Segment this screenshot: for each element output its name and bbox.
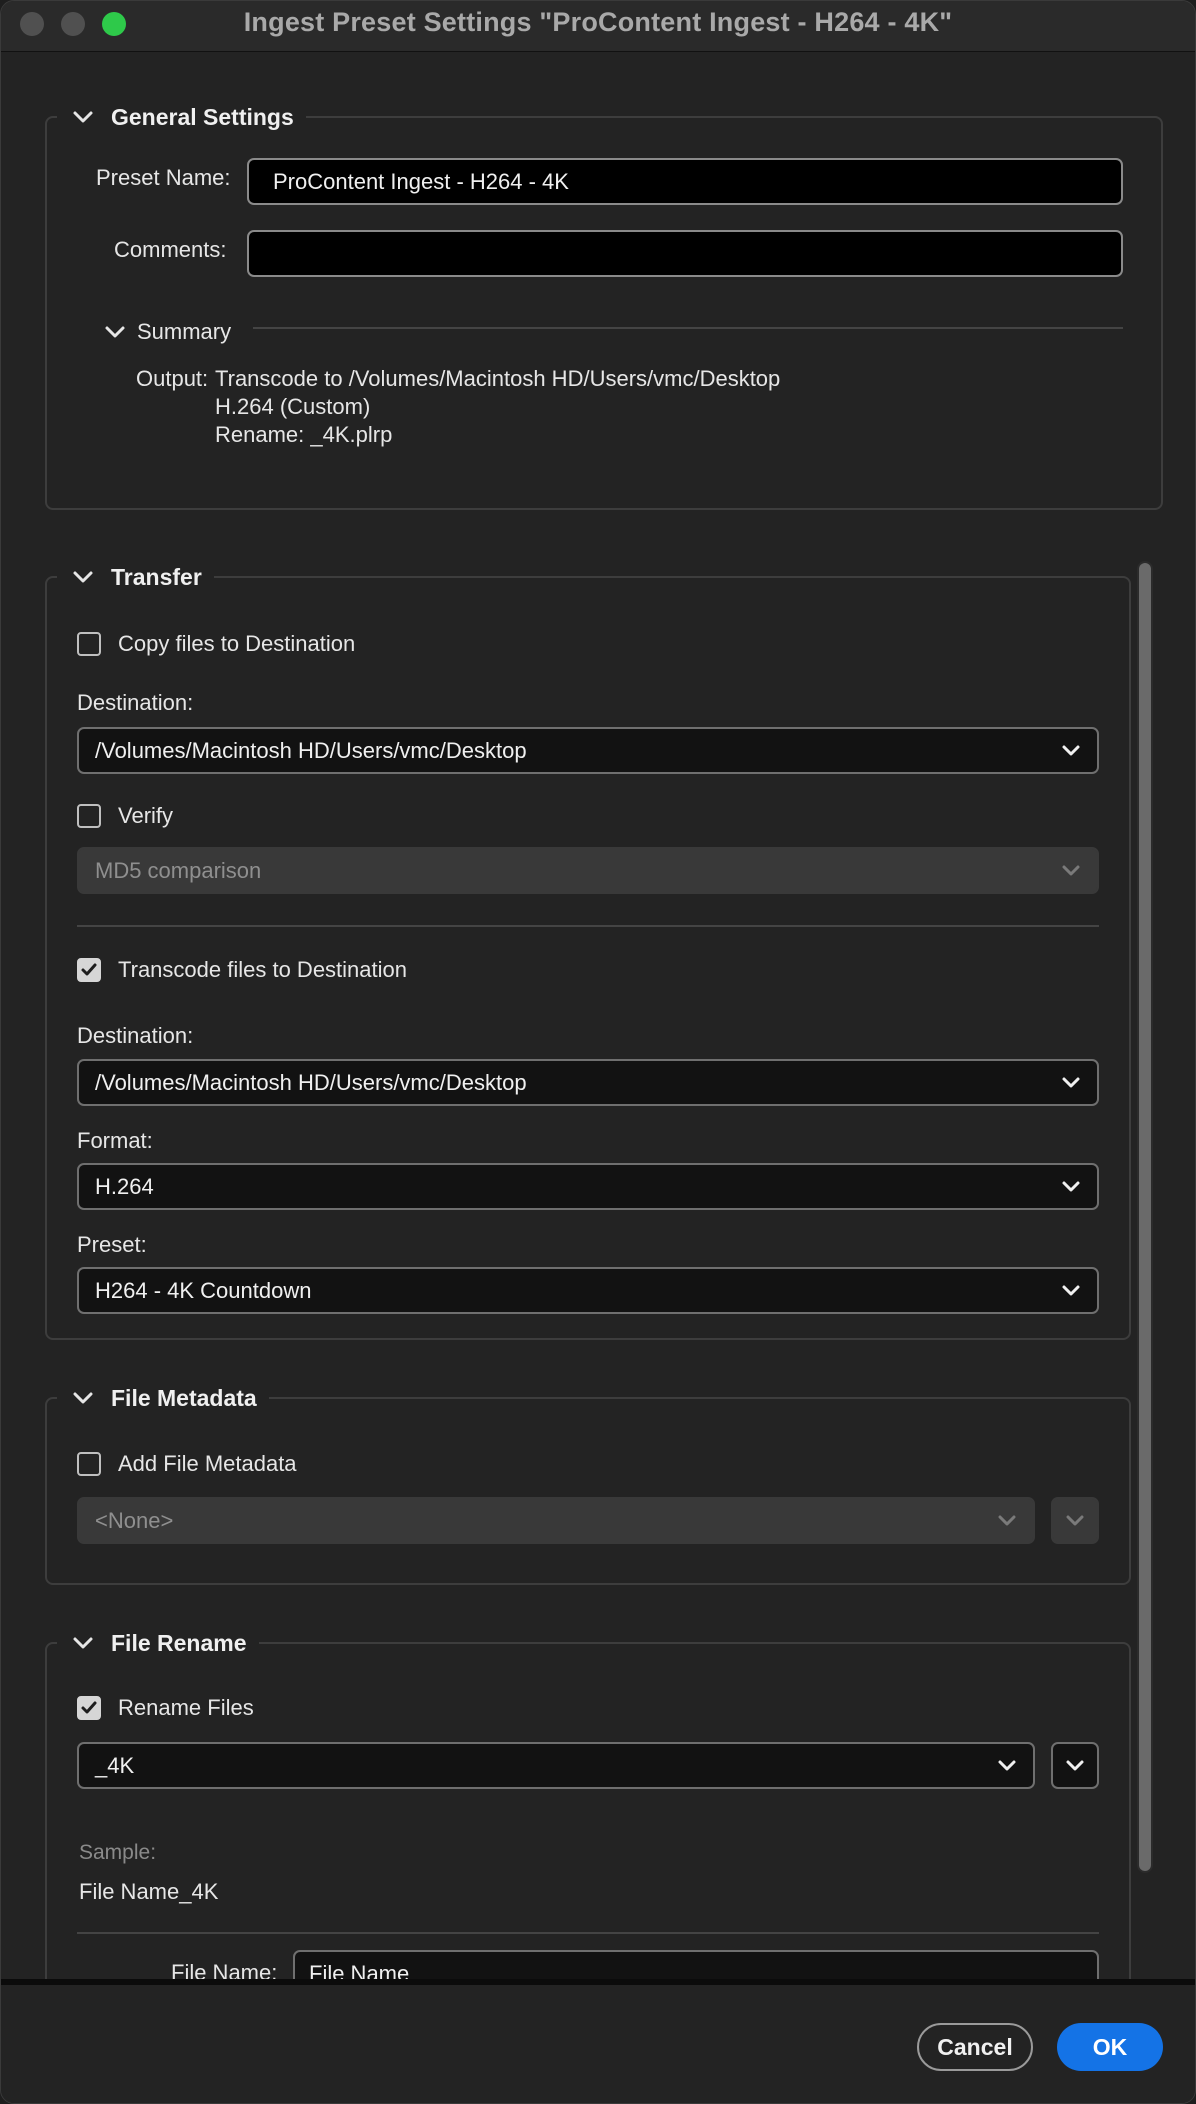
ingest-preset-dialog: Ingest Preset Settings "ProContent Inges… (0, 0, 1196, 2104)
transfer-header[interactable]: Transfer (57, 557, 214, 597)
chevron-down-icon (105, 326, 125, 338)
add-file-metadata-label: Add File Metadata (118, 1451, 297, 1476)
comments-input[interactable] (247, 230, 1123, 277)
metadata-options-button[interactable] (1051, 1497, 1099, 1544)
file-rename-title: File Rename (111, 1629, 247, 1656)
chevron-down-icon (73, 1637, 93, 1649)
chevron-down-icon (1062, 1077, 1080, 1087)
copy-files-label: Copy files to Destination (118, 631, 356, 656)
metadata-template-value: <None> (95, 1507, 174, 1533)
copy-destination-value: /Volumes/Macintosh HD/Users/vmc/Desktop (95, 737, 527, 763)
sample-label: Sample: (79, 1841, 157, 1864)
dialog-footer: Cancel OK (1, 1979, 1195, 2103)
preset-value: H264 - 4K Countdown (95, 1277, 312, 1303)
transcode-destination-value: /Volumes/Macintosh HD/Users/vmc/Desktop (95, 1069, 527, 1095)
verify-method-dropdown[interactable]: MD5 comparison (77, 847, 1099, 894)
output-line-destination: Transcode to /Volumes/Macintosh HD/Users… (215, 366, 781, 391)
chevron-down-icon (1062, 1285, 1080, 1295)
preset-label: Preset: (77, 1232, 147, 1257)
file-rename-header[interactable]: File Rename (57, 1623, 259, 1663)
copy-files-checkbox[interactable] (77, 632, 101, 656)
comments-label: Comments: (114, 237, 227, 262)
summary-header[interactable]: Summary (101, 317, 231, 347)
title-bar: Ingest Preset Settings "ProContent Inges… (1, 1, 1195, 52)
chevron-down-icon (73, 571, 93, 583)
verify-checkbox[interactable] (77, 804, 101, 828)
rename-files-label: Rename Files (118, 1695, 254, 1720)
chevron-down-icon (1062, 1181, 1080, 1191)
chevron-down-icon (1062, 865, 1080, 875)
chevron-down-icon (1062, 745, 1080, 755)
ok-button[interactable]: OK (1057, 2023, 1163, 2071)
preset-name-input[interactable]: ProContent Ingest - H264 - 4K (247, 158, 1123, 205)
rename-options-button[interactable] (1051, 1742, 1099, 1789)
summary-title: Summary (137, 319, 232, 344)
format-value: H.264 (95, 1173, 154, 1199)
transfer-title: Transfer (111, 563, 202, 590)
chevron-down-icon (73, 111, 93, 123)
checkmark-icon (81, 963, 97, 976)
add-file-metadata-checkbox[interactable] (77, 1452, 101, 1476)
preset-dropdown[interactable]: H264 - 4K Countdown (77, 1267, 1099, 1314)
window-title: Ingest Preset Settings "ProContent Inges… (243, 7, 953, 37)
format-label: Format: (77, 1128, 153, 1153)
verify-method-value: MD5 comparison (95, 857, 262, 883)
copy-destination-label: Destination: (77, 690, 194, 715)
file-metadata-title: File Metadata (111, 1384, 257, 1411)
preset-name-label: Preset Name: (96, 165, 231, 190)
output-label: Output: (136, 366, 209, 391)
chevron-down-icon (1066, 1515, 1084, 1525)
rename-divider (77, 1932, 1099, 1934)
checkmark-icon (81, 1701, 97, 1714)
file-metadata-header[interactable]: File Metadata (57, 1378, 269, 1418)
copy-destination-dropdown[interactable]: /Volumes/Macintosh HD/Users/vmc/Desktop (77, 727, 1099, 774)
chevron-down-icon (998, 1515, 1016, 1525)
general-settings-title: General Settings (111, 103, 294, 130)
chevron-down-icon (73, 1392, 93, 1404)
output-line-rename: Rename: _4K.plrp (215, 422, 393, 447)
cancel-button[interactable]: Cancel (917, 2023, 1033, 2071)
file-metadata-section (45, 1397, 1131, 1585)
rename-template-value: _4K (95, 1752, 135, 1778)
metadata-template-dropdown[interactable]: <None> (77, 1497, 1035, 1544)
general-settings-header[interactable]: General Settings (57, 97, 306, 137)
transcode-files-label: Transcode files to Destination (118, 957, 407, 982)
format-dropdown[interactable]: H.264 (77, 1163, 1099, 1210)
transfer-divider (77, 925, 1099, 927)
chevron-down-icon (1066, 1760, 1084, 1770)
transcode-files-checkbox[interactable] (77, 958, 101, 982)
summary-divider (253, 327, 1123, 329)
output-line-format: H.264 (Custom) (215, 394, 371, 419)
sample-value: File Name_4K (79, 1879, 219, 1904)
transcode-destination-dropdown[interactable]: /Volumes/Macintosh HD/Users/vmc/Desktop (77, 1059, 1099, 1106)
verify-label: Verify (118, 803, 174, 828)
rename-files-checkbox[interactable] (77, 1696, 101, 1720)
transcode-destination-label: Destination: (77, 1023, 194, 1048)
scrollbar-thumb[interactable] (1139, 563, 1151, 1871)
rename-template-dropdown[interactable]: _4K (77, 1742, 1035, 1789)
chevron-down-icon (998, 1760, 1016, 1770)
